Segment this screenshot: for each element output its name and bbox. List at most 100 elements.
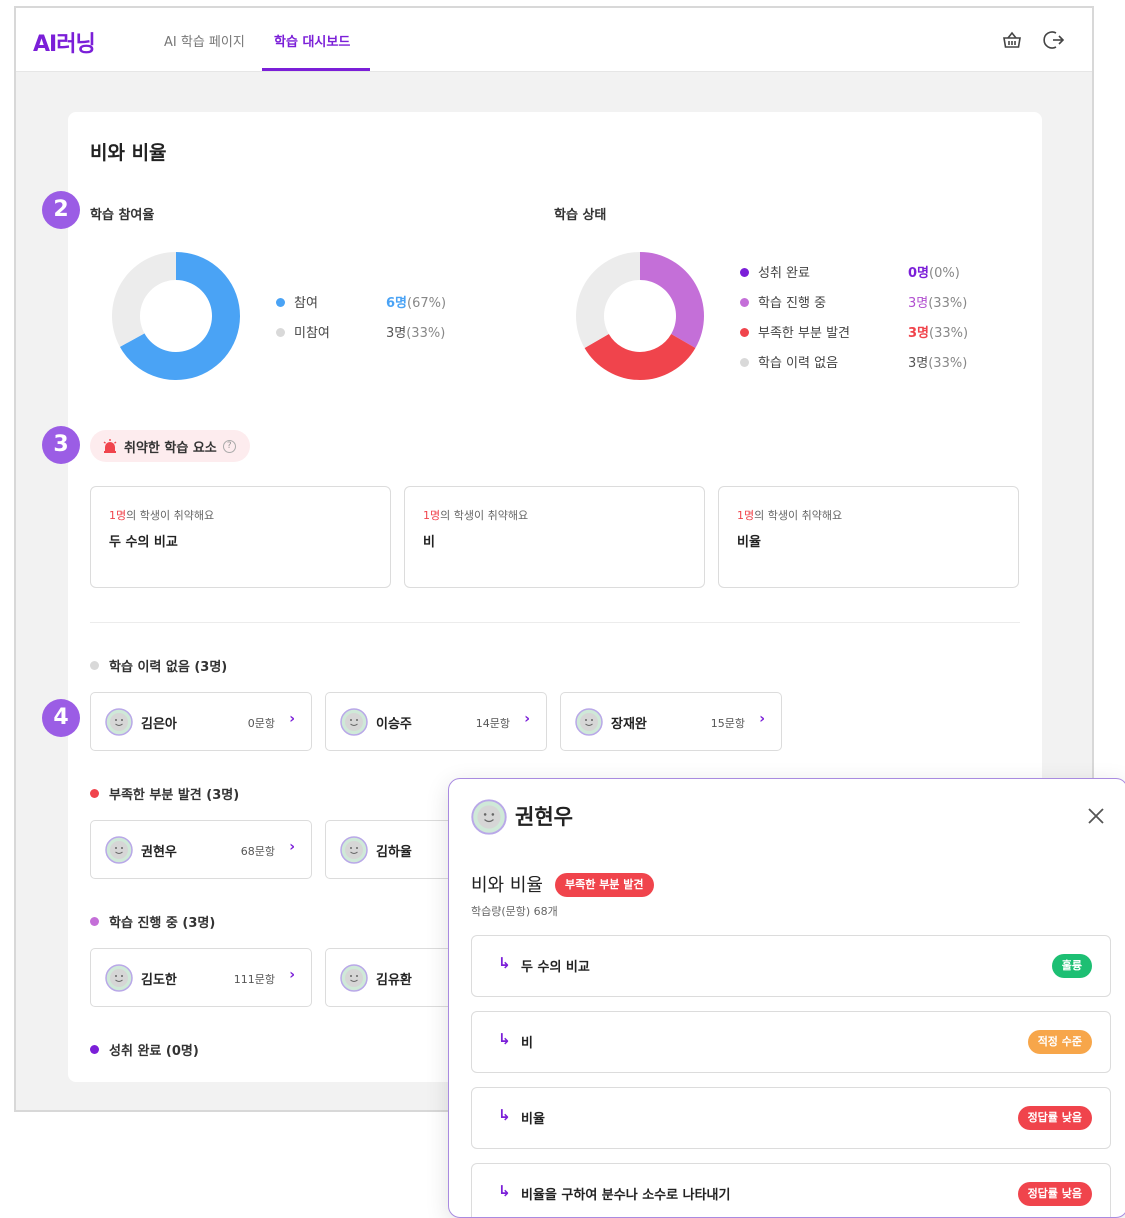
group-title-lacking: 부족한 부분 발견 (3명)	[90, 784, 239, 803]
student-card[interactable]: 이승주 14문항 ›	[325, 692, 547, 751]
student-detail-panel: 권현우 비와 비율 부족한 부분 발견 학습량(문항) 68개 ↳ 두 수의 비…	[448, 778, 1125, 1218]
element-row[interactable]: ↳ 비 적정 수준	[471, 1011, 1111, 1073]
student-name: 장재완	[611, 717, 647, 732]
legend-value: 3명(33%)	[386, 322, 445, 341]
weak-card-summary: 1명의 학생이 취약해요	[423, 507, 528, 523]
donut-segment-1	[640, 252, 704, 348]
tab-learning-dashboard[interactable]: 학습 대시보드	[274, 31, 350, 50]
logout-icon[interactable]	[1042, 28, 1066, 52]
weak-count: 1명	[109, 509, 127, 522]
tab-ai-learning-page[interactable]: AI 학습 페이지	[164, 31, 245, 50]
basket-icon[interactable]	[1000, 28, 1024, 52]
status-dot	[90, 917, 99, 926]
chevron-right-icon: ›	[289, 839, 295, 855]
legend-label: 미참여	[294, 326, 330, 341]
step-marker-4: 4	[42, 699, 80, 737]
panel-status-tag: 부족한 부분 발견	[555, 873, 654, 897]
status-dot	[90, 789, 99, 798]
student-name: 권현우	[141, 845, 177, 860]
close-icon[interactable]	[1085, 805, 1107, 827]
student-card[interactable]: 권현우 68문항 ›	[90, 820, 312, 879]
legend-dot	[740, 298, 749, 307]
weak-card-summary: 1명의 학생이 취약해요	[737, 507, 842, 523]
group-title-text: 학습 이력 없음 (3명)	[109, 660, 228, 675]
group-title-achieved: 성취 완료 (0명)	[90, 1040, 199, 1059]
student-name: 김은아	[141, 717, 177, 732]
element-status-badge: 정답률 낮음	[1017, 1106, 1092, 1130]
status-donut-chart	[576, 252, 704, 380]
legend-percent: (33%)	[928, 356, 968, 371]
element-name: 비	[521, 1036, 533, 1051]
weak-suffix: 의 학생이 취약해요	[754, 509, 843, 522]
legend-dot	[276, 298, 285, 307]
question-count: 15문항	[710, 717, 745, 730]
legend-label: 학습 이력 없음	[758, 356, 839, 371]
step-marker-3: 3	[42, 426, 80, 464]
siren-icon	[103, 439, 117, 453]
status-title: 학습 상태	[554, 208, 607, 223]
app-logo[interactable]: AI러닝	[33, 26, 96, 58]
legend-percent: (0%)	[929, 266, 960, 281]
group-title-no-history: 학습 이력 없음 (3명)	[90, 656, 227, 675]
question-count: 111문항	[233, 973, 275, 986]
avatar-icon	[340, 964, 368, 992]
chevron-right-icon: ›	[759, 711, 765, 727]
sub-item-arrow-icon: ↳	[498, 1030, 511, 1048]
weak-suffix: 의 학생이 취약해요	[440, 509, 529, 522]
student-card[interactable]: 장재완 15문항 ›	[560, 692, 782, 751]
student-name: 김하율	[376, 845, 412, 860]
legend-value: 3명(33%)	[908, 292, 967, 311]
student-name: 김유환	[376, 973, 412, 988]
legend-item-lacking: 부족한 부분 발견 3명(33%)	[740, 322, 980, 352]
weak-element-card[interactable]: 1명의 학생이 취약해요 비	[404, 486, 705, 588]
group-title-in-progress: 학습 진행 중 (3명)	[90, 912, 215, 931]
step-marker-2: 2	[42, 191, 80, 229]
weak-suffix: 의 학생이 취약해요	[126, 509, 215, 522]
legend-count: 3명	[908, 296, 929, 311]
donut-segment-3	[576, 252, 640, 348]
legend-value: 6명(67%)	[386, 292, 446, 311]
student-card[interactable]: 김은아 0문항 ›	[90, 692, 312, 751]
weak-card-summary: 1명의 학생이 취약해요	[109, 507, 214, 523]
element-row[interactable]: ↳ 비율 정답률 낮음	[471, 1087, 1111, 1149]
panel-question-count: 학습량(문항) 68개	[471, 905, 558, 918]
avatar-icon	[340, 836, 368, 864]
panel-topic: 비와 비율	[471, 875, 543, 896]
active-tab-indicator	[262, 68, 370, 71]
legend-value: 0명(0%)	[908, 262, 960, 281]
participation-donut-chart	[112, 252, 240, 380]
sub-item-arrow-icon: ↳	[498, 954, 511, 972]
weak-count: 1명	[737, 509, 755, 522]
question-count: 68문항	[240, 845, 275, 858]
element-row[interactable]: ↳ 비율을 구하여 분수나 소수로 나타내기 정답률 낮음	[471, 1163, 1111, 1217]
sub-item-arrow-icon: ↳	[498, 1106, 511, 1124]
chevron-right-icon: ›	[289, 967, 295, 983]
student-name: 김도한	[141, 973, 177, 988]
status-legend: 성취 완료 0명(0%) 학습 진행 중 3명(33%) 부족한 부분 발견 3…	[740, 262, 980, 382]
element-status-badge: 훌륭	[1051, 954, 1092, 978]
legend-percent: (33%)	[928, 296, 968, 311]
element-name: 비율	[521, 1112, 545, 1127]
element-name: 비율을 구하여 분수나 소수로 나타내기	[521, 1188, 731, 1203]
legend-dot	[740, 358, 749, 367]
help-icon[interactable]: ?	[222, 439, 236, 453]
legend-label: 부족한 부분 발견	[758, 326, 850, 341]
weak-element-card[interactable]: 1명의 학생이 취약해요 두 수의 비교	[90, 486, 391, 588]
chevron-right-icon: ›	[524, 711, 530, 727]
legend-count: 6명	[386, 296, 408, 311]
status-dot	[90, 1045, 99, 1054]
legend-label: 참여	[294, 296, 318, 311]
legend-count: 3명	[908, 326, 930, 341]
avatar-icon	[105, 836, 133, 864]
element-row[interactable]: ↳ 두 수의 비교 훌륭	[471, 935, 1111, 997]
weak-elements-title: 취약한 학습 요소	[124, 440, 217, 456]
student-name: 이승주	[376, 717, 412, 732]
weak-element-card[interactable]: 1명의 학생이 취약해요 비율	[718, 486, 1019, 588]
weak-elements-header: 취약한 학습 요소 ?	[90, 430, 250, 462]
element-status-badge: 적정 수준	[1027, 1030, 1092, 1054]
weak-element-name: 비	[423, 535, 435, 550]
group-title-text: 부족한 부분 발견 (3명)	[109, 788, 240, 803]
weak-count: 1명	[423, 509, 441, 522]
student-card[interactable]: 김도한 111문항 ›	[90, 948, 312, 1007]
element-name: 두 수의 비교	[521, 960, 590, 975]
